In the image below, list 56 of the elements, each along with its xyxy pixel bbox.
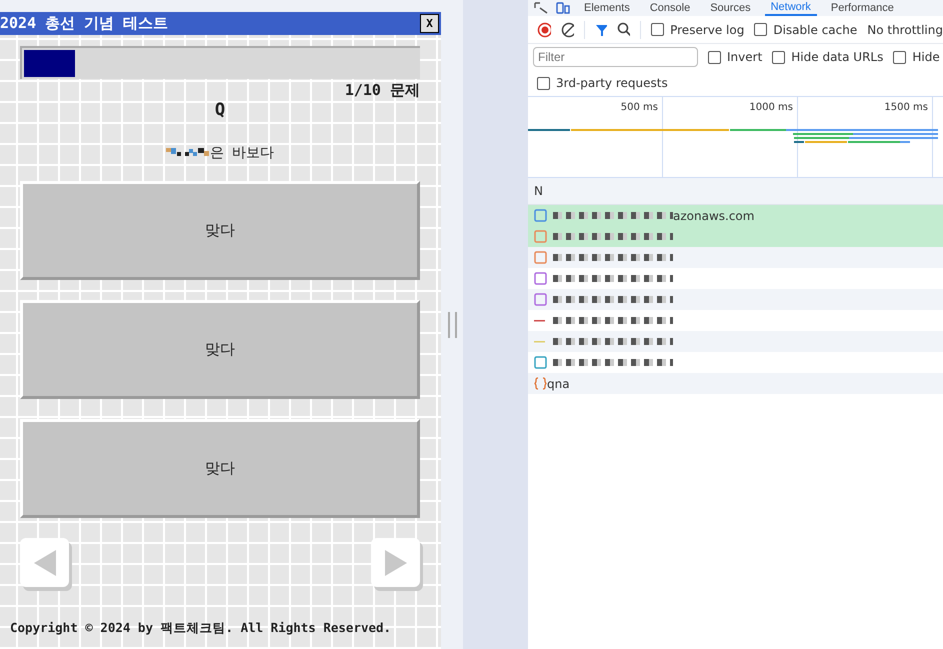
time-tick-label: 1000 ms (748, 102, 794, 113)
request-row[interactable]: azonaws.com (528, 205, 943, 226)
time-tick-label: 1500 ms (883, 102, 929, 113)
script-file-icon (534, 230, 547, 243)
resize-handle[interactable] (448, 312, 456, 338)
request-row[interactable]: qna (528, 373, 943, 394)
filter-field[interactable]: Filter (533, 47, 698, 67)
checkbox[interactable] (754, 23, 768, 36)
checkbox-label: Hide (912, 50, 940, 64)
checkbox[interactable] (893, 50, 906, 64)
clear-icon[interactable] (560, 22, 574, 38)
question-text: 은 바보다 (210, 144, 274, 162)
image-file-icon (534, 293, 547, 306)
record-icon[interactable] (537, 22, 551, 38)
checkbox[interactable] (772, 50, 786, 64)
devtools-tab[interactable]: Elements (578, 0, 636, 16)
script-file-icon (534, 251, 547, 264)
fetch-file-icon (534, 377, 547, 390)
request-name: qna (547, 376, 570, 390)
font-file-icon (534, 356, 547, 369)
request-row[interactable] (528, 226, 943, 247)
filter-icon[interactable] (595, 22, 608, 36)
checkbox[interactable] (651, 23, 664, 36)
copyright-footer: Copyright © 2024 by 팩트체크팀. All Rights Reserved. (10, 620, 420, 637)
close-button[interactable]: X (420, 14, 439, 33)
question-label: Q (214, 100, 226, 120)
search-icon[interactable] (617, 22, 630, 37)
image-file-icon (534, 272, 547, 285)
request-row[interactable] (528, 331, 943, 352)
left-triangle-icon (34, 550, 56, 576)
answer-button[interactable]: 맞다 (20, 181, 420, 280)
checkbox[interactable] (537, 76, 550, 90)
checkbox-label: Invert (727, 50, 762, 64)
devtools-tab[interactable]: Network (764, 0, 817, 16)
answer-button[interactable]: 맞다 (20, 419, 420, 518)
question-counter: 1/10 문제 (344, 81, 420, 100)
answer-button[interactable]: 맞다 (20, 300, 420, 399)
request-row[interactable] (528, 289, 943, 310)
inspect-icon[interactable] (534, 2, 548, 14)
checkbox-label: 3rd-party requests (556, 76, 668, 90)
document-file-icon (534, 209, 547, 222)
checkbox-label: Hide data URLs (791, 50, 884, 64)
name-column-header[interactable]: N (528, 178, 943, 205)
devtools-tab[interactable]: Sources (704, 0, 757, 16)
checkbox[interactable] (708, 50, 721, 64)
device-icon[interactable] (556, 2, 570, 14)
checkbox-label: Disable cache (773, 22, 858, 36)
right-triangle-icon (384, 550, 406, 576)
request-name: azonaws.com (673, 208, 754, 222)
checkbox-label: Preserve log (670, 22, 744, 36)
request-row[interactable] (528, 247, 943, 268)
devtools-tab[interactable]: Console (644, 0, 696, 16)
time-tick-label: 500 ms (620, 102, 659, 113)
devtools-tab[interactable]: Performance (824, 0, 900, 16)
window-title: 2024 총선 기념 테스트 (0, 14, 168, 33)
throttling-dropdown[interactable]: No throttling (867, 22, 943, 36)
